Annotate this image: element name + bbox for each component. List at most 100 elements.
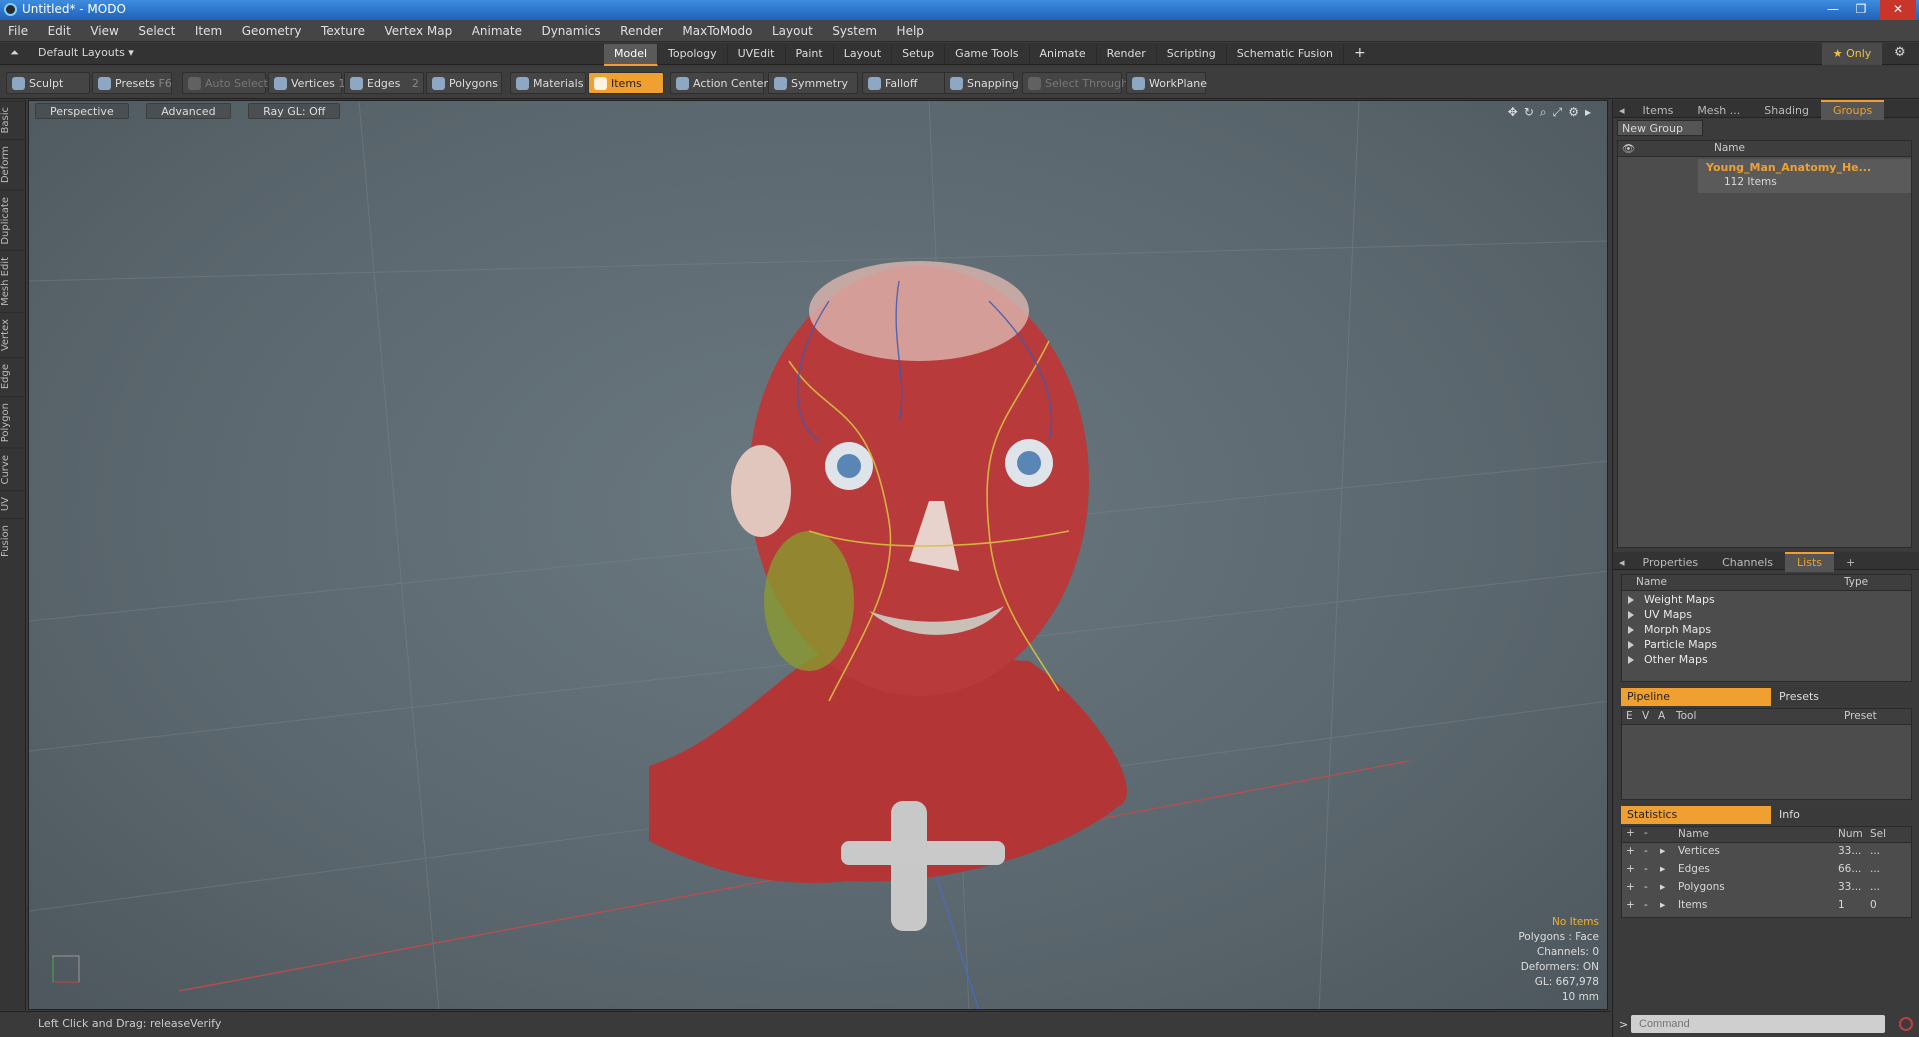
menu-help[interactable]: Help: [889, 20, 932, 42]
menu-select[interactable]: Select: [130, 20, 183, 42]
maximize-icon[interactable]: ❐: [1848, 0, 1874, 20]
tab-statistics[interactable]: Statistics: [1621, 806, 1771, 824]
menu-maxtomodo[interactable]: MaxToModo: [674, 20, 760, 42]
add-icon[interactable]: +: [1626, 863, 1635, 875]
remove-icon[interactable]: -: [1644, 845, 1648, 857]
tab-shading[interactable]: Shading: [1752, 102, 1821, 120]
menu-animate[interactable]: Animate: [464, 20, 530, 42]
remove-icon[interactable]: -: [1644, 899, 1648, 911]
left-tab-vertex[interactable]: Vertex: [0, 312, 26, 358]
presets-button[interactable]: Presets F6: [92, 72, 172, 94]
tab-layout[interactable]: Layout: [834, 44, 893, 64]
viewport-nav-icons[interactable]: ✥↻⌕⤢⚙▸: [1508, 105, 1597, 120]
panel-menu-icon-2[interactable]: ◂: [1613, 554, 1631, 572]
left-tab-edge[interactable]: Edge: [0, 357, 26, 396]
tab-properties[interactable]: Properties: [1631, 554, 1711, 572]
expand-arrow-icon[interactable]: ▸: [1660, 899, 1665, 911]
workplane-button[interactable]: WorkPlane: [1126, 72, 1207, 94]
vertices-button[interactable]: Vertices 1: [268, 72, 345, 94]
table-row[interactable]: + - ▸ Items 1 0: [1622, 899, 1911, 914]
3d-viewport[interactable]: Perspective Advanced Ray GL: Off ✥↻⌕⤢⚙▸ …: [28, 100, 1608, 1010]
table-row[interactable]: + - ▸ Edges 66... ...: [1622, 863, 1911, 878]
shading-mode-dropdown[interactable]: Advanced: [146, 103, 231, 119]
left-tab-mesh-edit[interactable]: Mesh Edit: [0, 250, 26, 313]
gear-icon[interactable]: ⚙: [1894, 45, 1906, 60]
menu-layout[interactable]: Layout: [764, 20, 821, 42]
menu-geometry[interactable]: Geometry: [234, 20, 310, 42]
add-icon[interactable]: +: [1626, 899, 1635, 911]
remove-icon[interactable]: -: [1644, 881, 1648, 893]
left-tab-uv[interactable]: UV: [0, 490, 26, 518]
collapse-icon[interactable]: ⏶: [10, 46, 19, 60]
add-icon[interactable]: +: [1626, 881, 1635, 893]
edges-button[interactable]: Edges 2: [344, 72, 424, 94]
select-through-button[interactable]: Select Through: [1022, 72, 1128, 94]
menu-render[interactable]: Render: [612, 20, 671, 42]
expand-arrow-icon[interactable]: ▸: [1660, 881, 1665, 893]
menu-system[interactable]: System: [824, 20, 885, 42]
tab-pipeline[interactable]: Pipeline: [1621, 688, 1771, 706]
add-icon[interactable]: +: [1626, 845, 1635, 857]
tab-paint[interactable]: Paint: [786, 44, 834, 64]
list-item[interactable]: Morph Maps: [1644, 623, 1711, 636]
tab-uvedit[interactable]: UVEdit: [728, 44, 786, 64]
list-item[interactable]: Weight Maps: [1644, 593, 1715, 606]
menu-file[interactable]: File: [0, 20, 36, 42]
expand-arrow-icon[interactable]: ▸: [1660, 845, 1665, 857]
tab-schematic-fusion[interactable]: Schematic Fusion: [1227, 44, 1345, 64]
add-panel-tab[interactable]: +: [1834, 554, 1867, 572]
tab-presets[interactable]: Presets: [1773, 688, 1819, 706]
close-icon[interactable]: ✕: [1880, 0, 1916, 20]
action-center-button[interactable]: Action Center: [670, 72, 768, 94]
tab-mesh[interactable]: Mesh ...: [1685, 102, 1752, 120]
view-dropdown[interactable]: Perspective: [35, 103, 129, 119]
menu-dynamics[interactable]: Dynamics: [533, 20, 608, 42]
list-item[interactable]: Particle Maps: [1644, 638, 1717, 651]
left-tab-fusion[interactable]: Fusion: [0, 517, 26, 563]
symmetry-button[interactable]: Symmetry: [768, 72, 858, 94]
remove-icon[interactable]: -: [1644, 827, 1648, 839]
menu-texture[interactable]: Texture: [313, 20, 373, 42]
auto-select-button[interactable]: Auto Select: [182, 72, 268, 94]
tab-channels[interactable]: Channels: [1710, 554, 1785, 572]
left-tab-polygon[interactable]: Polygon: [0, 395, 26, 448]
layout-preset-dropdown[interactable]: Default Layouts ▾: [38, 46, 134, 59]
tab-setup[interactable]: Setup: [892, 44, 946, 64]
expand-arrow-icon[interactable]: [1628, 656, 1634, 664]
polygons-button[interactable]: Polygons: [426, 72, 502, 94]
table-row[interactable]: + - ▸ Vertices 33... ...: [1622, 845, 1911, 860]
left-tab-deform[interactable]: Deform: [0, 139, 26, 190]
remove-icon[interactable]: -: [1644, 863, 1648, 875]
tab-info[interactable]: Info: [1773, 806, 1800, 824]
tab-lists[interactable]: Lists: [1785, 552, 1834, 572]
menu-edit[interactable]: Edit: [40, 20, 79, 42]
command-input[interactable]: [1631, 1015, 1885, 1033]
tab-topology[interactable]: Topology: [658, 44, 728, 64]
left-tab-basic[interactable]: Basic: [0, 100, 26, 140]
group-row[interactable]: Young_Man_Anatomy_He... 112 Items: [1698, 159, 1911, 193]
menu-vertex-map[interactable]: Vertex Map: [376, 20, 460, 42]
falloff-button[interactable]: Falloff: [862, 72, 946, 94]
expand-arrow-icon[interactable]: [1628, 641, 1634, 649]
sculpt-button[interactable]: Sculpt: [6, 72, 90, 94]
materials-button[interactable]: Materials: [510, 72, 586, 94]
tab-groups[interactable]: Groups: [1820, 100, 1885, 120]
tab-animate[interactable]: Animate: [1030, 44, 1097, 64]
table-row[interactable]: + - ▸ Polygons 33... ...: [1622, 881, 1911, 896]
menu-view[interactable]: View: [82, 20, 126, 42]
tab-model[interactable]: Model: [604, 44, 659, 66]
panel-menu-icon[interactable]: ◂: [1613, 102, 1631, 120]
list-item[interactable]: Other Maps: [1644, 653, 1708, 666]
list-item[interactable]: UV Maps: [1644, 608, 1692, 621]
snapping-button[interactable]: Snapping: [944, 72, 1019, 94]
expand-arrow-icon[interactable]: [1628, 611, 1634, 619]
left-tab-curve[interactable]: Curve: [0, 447, 26, 491]
expand-arrow-icon[interactable]: ▸: [1660, 863, 1665, 875]
add-icon[interactable]: +: [1626, 827, 1635, 839]
left-tab-duplicate[interactable]: Duplicate: [0, 189, 26, 251]
record-icon[interactable]: [1899, 1017, 1913, 1031]
tab-scripting[interactable]: Scripting: [1157, 44, 1227, 64]
raygl-toggle[interactable]: Ray GL: Off: [248, 103, 341, 119]
tab-game-tools[interactable]: Game Tools: [945, 44, 1030, 64]
menu-item[interactable]: Item: [187, 20, 230, 42]
